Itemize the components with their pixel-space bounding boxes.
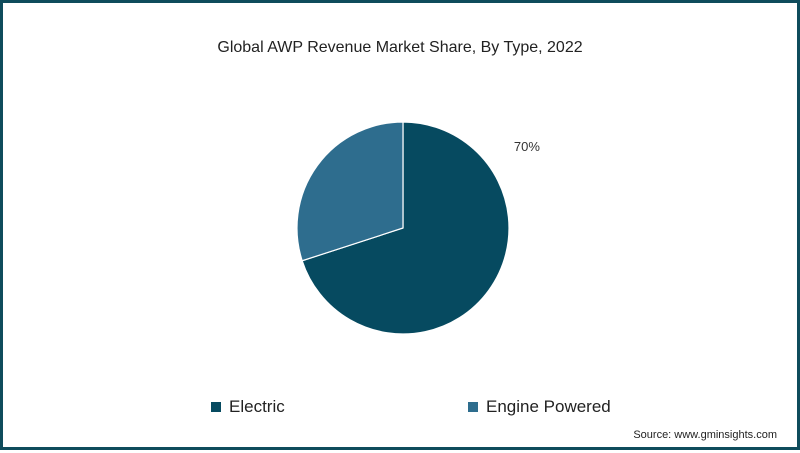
source-note: Source: www.gminsights.com xyxy=(633,429,777,441)
legend-label-electric: Electric xyxy=(229,397,285,416)
pie-chart: 70% xyxy=(296,121,540,335)
legend-swatch-engine-powered xyxy=(468,402,478,412)
legend-swatch-electric xyxy=(211,402,221,412)
chart-frame: Global AWP Revenue Market Share, By Type… xyxy=(0,0,800,450)
legend-item-engine-powered: Engine Powered xyxy=(468,397,611,417)
data-label-electric: 70% xyxy=(514,139,540,154)
legend-label-engine-powered: Engine Powered xyxy=(486,397,611,416)
legend-item-electric: Electric xyxy=(211,397,285,417)
